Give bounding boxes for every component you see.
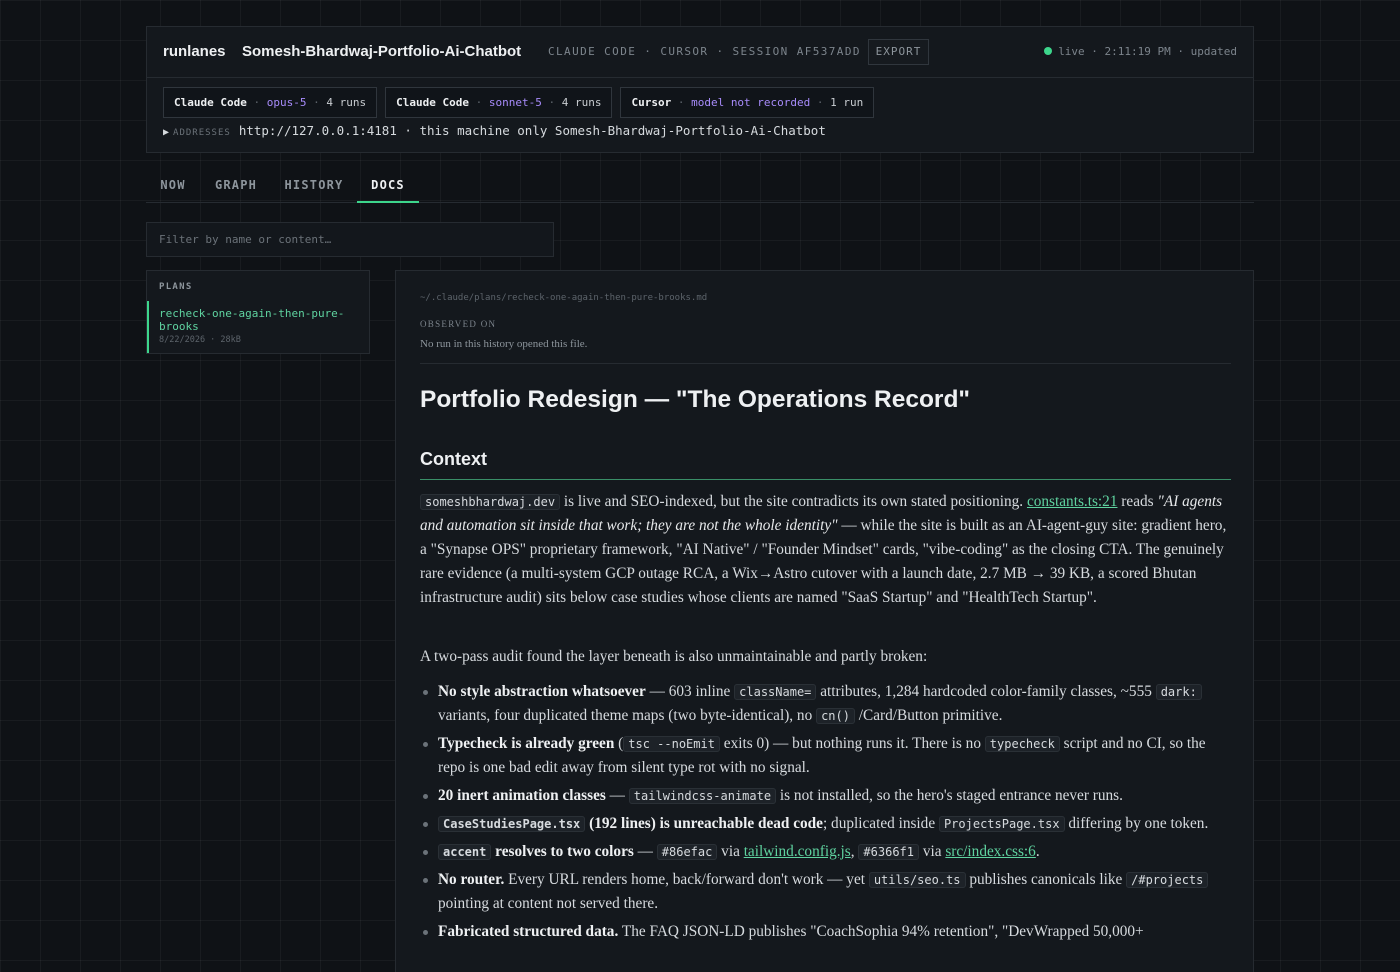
pill-runs: 1 run <box>830 96 864 109</box>
context-paragraph: someshbhardwaj.dev is live and SEO-index… <box>420 493 1227 606</box>
app-brand[interactable]: runlanes <box>163 43 226 60</box>
doc-title: Portfolio Redesign — "The Operations Rec… <box>420 386 971 413</box>
pill-model: sonnet-5 <box>488 96 542 109</box>
header-top-bar: runlanes Somesh-Bhardwaj-Portfolio-Ai-Ch… <box>147 27 1253 78</box>
plan-item[interactable]: recheck-one-again-then-pure-brooks 8/22/… <box>147 301 369 353</box>
pill-runs: 4 runs <box>326 96 367 109</box>
plans-heading: PLANS <box>159 282 193 292</box>
section-divider <box>420 479 1231 480</box>
inline-code: someshbhardwaj.dev <box>420 494 561 510</box>
address-url[interactable]: http://127.0.0.1:4181 <box>239 123 397 138</box>
divider <box>420 363 1231 364</box>
list-item: Typecheck is already green (tsc --noEmit… <box>420 732 1231 780</box>
pill-agent: Claude Code <box>174 96 247 109</box>
live-indicator-icon <box>1044 47 1053 55</box>
source-link[interactable]: src/index.css:6 <box>945 843 1036 860</box>
section-heading: Context <box>420 449 487 469</box>
session-header: runlanes Somesh-Bhardwaj-Portfolio-Ai-Ch… <box>146 26 1254 153</box>
pill-model: model not recorded <box>691 96 811 109</box>
expand-triangle-icon[interactable]: ▶ <box>163 127 169 138</box>
repo-title: Somesh-Bhardwaj-Portfolio-Ai-Chatbot <box>242 43 522 60</box>
audit-findings-list: No style abstraction whatsoever — 603 in… <box>420 680 1231 948</box>
source-link[interactable]: tailwind.config.js <box>744 843 851 860</box>
source-link[interactable]: constants.ts:21 <box>1027 493 1118 510</box>
list-item: No router. Every URL renders home, back/… <box>420 868 1231 916</box>
plans-list: PLANS recheck-one-again-then-pure-brooks… <box>146 270 370 354</box>
agent-pills: Claude Code · opus-5 · 4 runs Claude Cod… <box>163 87 875 118</box>
tab-docs[interactable]: DOCS <box>357 168 419 203</box>
list-item: CaseStudiesPage.tsx (192 lines) is unrea… <box>420 812 1231 836</box>
observed-text: No run in this history opened this file. <box>420 338 588 350</box>
pill-runs: 4 runs <box>561 96 602 109</box>
session-meta: CLAUDE CODE · CURSOR · SESSION AF537ADD <box>548 45 861 58</box>
view-tabs: NOW GRAPH HISTORY DOCS <box>146 168 1254 203</box>
plan-name: recheck-one-again-then-pure-brooks <box>159 307 345 333</box>
live-status: live · 2:11:19 PM · updated <box>1044 45 1237 58</box>
export-button[interactable]: EXPORT <box>868 39 929 65</box>
addresses-row[interactable]: ▶ ADDRESSES http://127.0.0.1:4181 · this m… <box>163 123 826 138</box>
tab-graph[interactable]: GRAPH <box>206 168 266 203</box>
doc-path: ~/.claude/plans/recheck-one-again-then-p… <box>420 293 708 303</box>
pill-agent: Claude Code <box>396 96 469 109</box>
addresses-label: ADDRESSES <box>173 128 231 138</box>
address-scope: · this machine only <box>404 123 548 138</box>
list-item: Fabricated structured data. The FAQ JSON… <box>420 920 1231 944</box>
pill-model: opus-5 <box>266 96 307 109</box>
tab-now[interactable]: NOW <box>146 168 200 203</box>
list-item: accent resolves to two colors — #86efac … <box>420 840 1231 864</box>
observed-label: OBSERVED ON <box>420 319 497 329</box>
pill-agent: Cursor <box>631 96 672 109</box>
filter-input[interactable]: Filter by name or content… <box>146 222 554 257</box>
tab-history[interactable]: HISTORY <box>276 168 352 203</box>
audit-intro: A two-pass audit found the layer beneath… <box>420 648 928 665</box>
agent-pill[interactable]: Claude Code · sonnet-5 · 4 runs <box>385 87 613 118</box>
list-item: 20 inert animation classes — tailwindcss… <box>420 784 1231 808</box>
agent-pill[interactable]: Cursor · model not recorded · 1 run <box>620 87 875 118</box>
agent-pill[interactable]: Claude Code · opus-5 · 4 runs <box>163 87 378 118</box>
status-text: live · 2:11:19 PM · updated <box>1058 45 1237 58</box>
plan-meta: 8/22/2026 · 28kB <box>159 335 241 345</box>
document-viewer: ~/.claude/plans/recheck-one-again-then-p… <box>395 270 1254 972</box>
list-item: No style abstraction whatsoever — 603 in… <box>420 680 1231 728</box>
address-repo: Somesh-Bhardwaj-Portfolio-Ai-Chatbot <box>554 123 826 138</box>
